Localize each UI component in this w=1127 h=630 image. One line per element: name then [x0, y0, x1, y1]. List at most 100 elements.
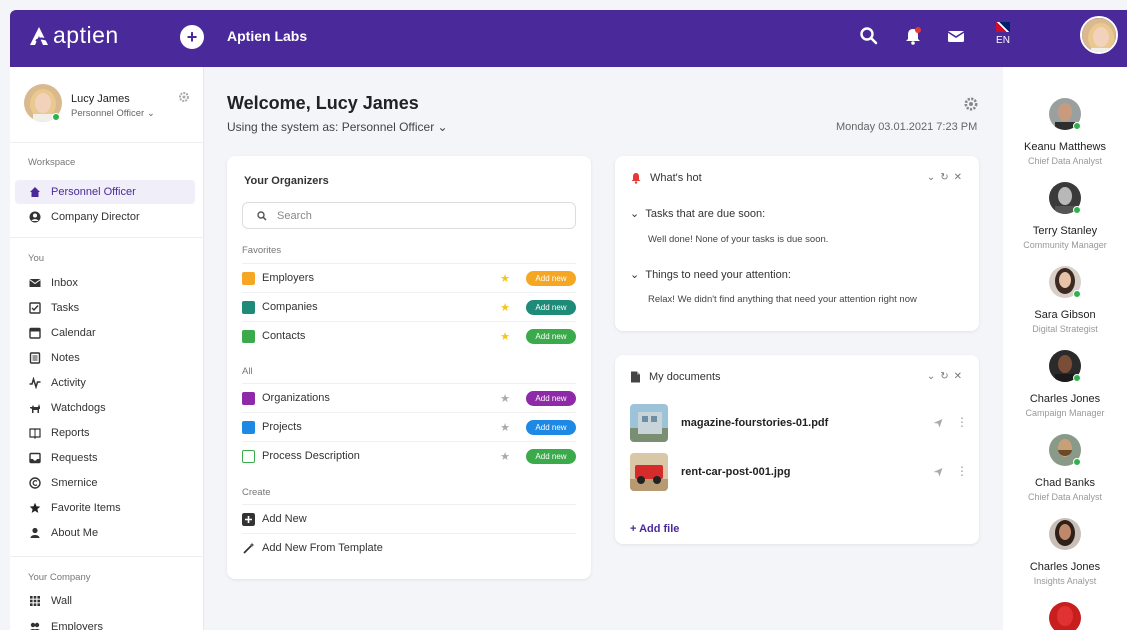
chevron-down-icon: ⌄ — [146, 108, 155, 119]
app-window: aptien + Aptien Labs EN Lucy James Perso… — [10, 10, 1127, 630]
add-new-button[interactable]: Add new — [526, 300, 576, 315]
collapse-icon[interactable]: ⌄ — [927, 371, 940, 382]
section-text: Well done! None of your tasks is due soo… — [648, 234, 829, 245]
sidebar-item-label: Favorite Items — [51, 502, 121, 514]
more-options-icon[interactable]: ⋮ — [956, 464, 968, 478]
organizer-label: Process Description — [262, 450, 360, 462]
add-new-button[interactable]: Add new — [526, 449, 576, 464]
favorite-star-icon[interactable]: ★ — [500, 392, 510, 405]
organizer-label: Projects — [262, 421, 302, 433]
organizer-row-employers[interactable]: Employers ★ Add new — [242, 263, 576, 292]
mail-icon — [29, 279, 41, 287]
sidebar-item-company-director[interactable]: Company Director — [15, 205, 195, 229]
online-status-dot — [1073, 290, 1081, 298]
person-card[interactable]: Chad Banks Chief Data Analyst — [1003, 434, 1127, 502]
organizer-row-organizations[interactable]: Organizations ★ Add new — [242, 383, 576, 412]
person-name: Keanu Matthews — [1024, 141, 1106, 153]
organizer-row-projects[interactable]: Projects ★ Add new — [242, 412, 576, 441]
dog-icon — [30, 404, 40, 413]
refresh-icon[interactable]: ↻ — [940, 371, 953, 382]
sidebar-item-favorite-items[interactable]: Favorite Items — [15, 496, 195, 520]
sidebar-item-watchdogs[interactable]: Watchdogs — [15, 396, 195, 420]
organizer-row-process-description[interactable]: Process Description ★ Add new — [242, 441, 576, 470]
sidebar-item-employers[interactable]: Employers — [15, 615, 195, 630]
refresh-icon[interactable]: ↻ — [940, 172, 953, 183]
sidebar-item-personnel-officer[interactable]: Personnel Officer — [15, 180, 195, 204]
card-title: What's hot — [650, 172, 702, 184]
chevron-down-icon: ⌄ — [437, 120, 448, 134]
add-new-button[interactable]: Add new — [526, 391, 576, 406]
person-card[interactable]: Charles Jones Campaign Manager — [1003, 350, 1127, 418]
sidebar-item-requests[interactable]: Requests — [15, 446, 195, 470]
card-actions[interactable]: ⌄↻✕ — [927, 371, 967, 382]
organizer-label: Employers — [262, 272, 314, 284]
close-icon[interactable]: ✕ — [954, 172, 967, 183]
online-status-dot — [52, 113, 60, 121]
send-icon[interactable] — [933, 467, 943, 477]
organizer-row-contacts[interactable]: Contacts ★ Add new — [242, 321, 576, 350]
company-name[interactable]: Aptien Labs — [227, 28, 307, 44]
close-icon[interactable]: ✕ — [954, 371, 967, 382]
add-new-button[interactable]: Add new — [526, 271, 576, 286]
person-card[interactable]: Keanu Matthews Chief Data Analyst — [1003, 98, 1127, 166]
search-icon[interactable] — [859, 26, 879, 46]
gear-icon[interactable] — [178, 91, 190, 103]
sidebar-item-activity[interactable]: Activity — [15, 371, 195, 395]
search-input[interactable]: Search — [242, 202, 576, 229]
more-options-icon[interactable]: ⋮ — [956, 415, 968, 429]
sidebar-item-inbox[interactable]: Inbox — [15, 271, 195, 295]
divider — [10, 237, 204, 238]
add-new-button[interactable]: Add new — [526, 420, 576, 435]
section-tasks-due[interactable]: ⌄ Tasks that are due soon: — [630, 207, 765, 220]
profile-role-selector[interactable]: Personnel Officer ⌄ — [71, 108, 155, 119]
language-switch[interactable]: EN — [992, 22, 1014, 46]
user-avatar[interactable] — [1080, 16, 1118, 54]
favorite-star-icon[interactable]: ★ — [500, 330, 510, 343]
sidebar-item-label: Personnel Officer — [51, 186, 136, 198]
organizer-row-companies[interactable]: Companies ★ Add new — [242, 292, 576, 321]
favorite-star-icon[interactable]: ★ — [500, 450, 510, 463]
document-row[interactable]: rent-car-post-001.jpg ⋮ — [630, 453, 968, 493]
sidebar-item-tasks[interactable]: Tasks — [15, 296, 195, 320]
people-icon — [30, 622, 40, 630]
role-selector[interactable]: Using the system as: Personnel Officer ⌄ — [227, 120, 448, 134]
mail-icon[interactable] — [946, 26, 966, 46]
add-file-link[interactable]: + Add file — [630, 523, 679, 535]
sidebar-item-smernice[interactable]: Smernice — [15, 471, 195, 495]
section-attention[interactable]: ⌄ Things to need your attention: — [630, 268, 791, 281]
favorite-star-icon[interactable]: ★ — [500, 301, 510, 314]
collapse-icon[interactable]: ⌄ — [927, 172, 940, 183]
profile-block[interactable]: Lucy James Personnel Officer ⌄ — [24, 84, 194, 124]
create-label: Add New From Template — [262, 542, 383, 554]
card-actions[interactable]: ⌄↻✕ — [927, 172, 967, 183]
favorite-star-icon[interactable]: ★ — [500, 272, 510, 285]
favorite-star-icon[interactable]: ★ — [500, 421, 510, 434]
logo-text: aptien — [53, 22, 119, 48]
send-icon[interactable] — [933, 418, 943, 428]
create-plus-button[interactable]: + — [180, 25, 204, 49]
contacts-icon — [242, 329, 255, 343]
person-title: Community Manager — [1023, 240, 1107, 250]
person-card[interactable] — [1003, 602, 1127, 630]
inbox-tray-icon — [29, 452, 41, 464]
chevron-down-icon: ⌄ — [630, 208, 640, 220]
document-row[interactable]: magazine-fourstories-01.pdf ⋮ — [630, 404, 968, 444]
gear-icon[interactable] — [963, 96, 979, 112]
sidebar-item-wall[interactable]: Wall — [15, 589, 195, 613]
bell-icon[interactable] — [903, 26, 923, 46]
sidebar-item-reports[interactable]: Reports — [15, 421, 195, 445]
flag-icon — [996, 22, 1010, 32]
add-new-button[interactable]: Add new — [526, 329, 576, 344]
sidebar-item-calendar[interactable]: Calendar — [15, 321, 195, 345]
person-card[interactable]: Terry Stanley Community Manager — [1003, 182, 1127, 250]
create-add-new-from-template[interactable]: Add New From Template — [242, 533, 576, 562]
document-thumbnail — [630, 453, 668, 491]
logo[interactable]: aptien — [28, 22, 119, 49]
sidebar-item-notes[interactable]: Notes — [15, 346, 195, 370]
person-card[interactable]: Sara Gibson Digital Strategist — [1003, 266, 1127, 334]
divider — [10, 142, 204, 143]
sidebar-item-about-me[interactable]: About Me — [15, 521, 195, 545]
create-add-new[interactable]: Add New — [242, 504, 576, 533]
person-card[interactable]: Charles Jones Insights Analyst — [1003, 518, 1127, 586]
sidebar-item-label: Inbox — [51, 277, 78, 289]
